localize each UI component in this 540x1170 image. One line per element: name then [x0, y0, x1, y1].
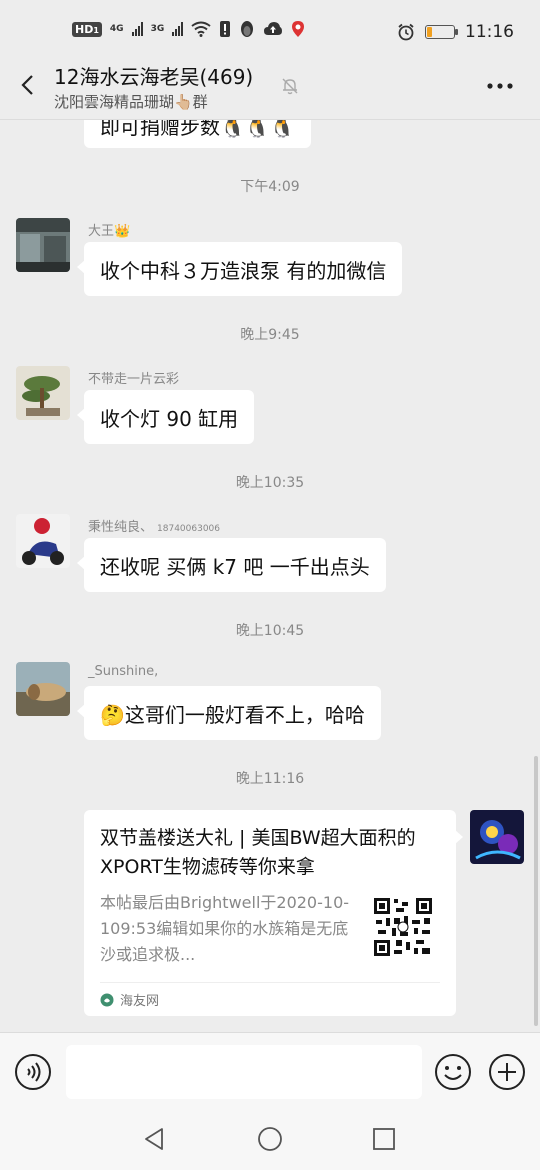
avatar[interactable] — [16, 514, 70, 568]
penguin-icon — [241, 21, 254, 37]
mute-bell-icon — [282, 78, 298, 95]
sender-name: 不带走一片云彩 — [88, 372, 180, 387]
message-bubble[interactable]: 🤔这哥们一般灯看不上，哈哈 — [77, 686, 381, 740]
network-4g-label: 4G — [109, 24, 124, 34]
status-right: 11:16 — [397, 22, 514, 42]
chat-scrollbar[interactable] — [534, 756, 538, 1026]
timestamp: 晚上11:16 — [235, 771, 305, 787]
back-arrow-icon[interactable] — [18, 74, 40, 96]
nav-home-icon[interactable] — [256, 1125, 284, 1153]
system-nav-bar — [0, 1112, 540, 1170]
signal-icon — [131, 22, 143, 36]
alert-icon — [220, 21, 231, 37]
timestamp: 晚上9:45 — [240, 327, 300, 343]
message-bubble[interactable]: 收个中科３万造浪泵 有的加微信 — [76, 242, 403, 296]
plus-more-icon[interactable] — [488, 1053, 526, 1091]
wifi-icon — [191, 21, 211, 37]
alarm-icon — [398, 23, 414, 41]
source-logo-icon — [100, 993, 114, 1006]
link-card-divider — [100, 982, 440, 983]
chat-title: 12海水云海老吴(469) — [54, 65, 254, 89]
message-bubble[interactable]: 还收呢 买俩 k7 吧 一千出点头 — [77, 538, 386, 592]
link-card-description: 本帖最后由Brightwell于2020-10-109:53编辑如果你的水族箱是… — [100, 893, 350, 964]
hd-badge: HD1 — [72, 21, 102, 37]
sender-name: _Sunshine, — [88, 664, 159, 679]
qr-code-icon — [372, 896, 434, 958]
status-left: HD1 4G 3G — [72, 20, 305, 38]
network-3g-label: 3G — [150, 24, 165, 34]
link-card-source: 海友网 — [100, 990, 159, 1009]
my-avatar[interactable] — [470, 810, 524, 864]
emoji-icon[interactable] — [434, 1053, 472, 1091]
avatar[interactable] — [16, 218, 70, 272]
link-card-title: 双节盖楼送大礼 | 美国BW超大面积的XPORT生物滤砖等你来拿 — [100, 827, 416, 878]
nav-recent-apps-icon[interactable] — [371, 1126, 397, 1152]
timestamp: 下午4:09 — [240, 179, 300, 195]
location-icon — [292, 21, 305, 37]
clock: 11:16 — [465, 22, 514, 42]
sender-name: 大王👑 — [88, 224, 131, 239]
cloud-upload-icon — [264, 22, 283, 35]
timestamp: 晚上10:35 — [235, 475, 305, 491]
message-bubble[interactable]: 即可捐赠步数🐧🐧🐧 — [84, 120, 311, 148]
chat-area[interactable]: 即可捐赠步数🐧🐧🐧 下午4:09 大王👑 收个中科３万造浪泵 有的加微信 晚上9… — [0, 120, 540, 1032]
signal-icon-2 — [172, 22, 184, 36]
timestamp: 晚上10:45 — [235, 623, 305, 639]
voice-input-icon[interactable] — [14, 1053, 52, 1091]
link-card[interactable]: 双节盖楼送大礼 | 美国BW超大面积的XPORT生物滤砖等你来拿 本帖最后由Br… — [84, 810, 463, 1016]
avatar[interactable] — [16, 366, 70, 420]
sender-name: 秉性纯良、 18740063006 — [88, 520, 221, 535]
battery-icon — [425, 25, 458, 39]
nav-back-icon[interactable] — [142, 1126, 168, 1152]
chat-header: 12海水云海老吴(469) 沈阳雲海精品珊瑚👆🏼群 — [0, 56, 540, 120]
message-input[interactable] — [66, 1045, 422, 1099]
chat-subtitle: 沈阳雲海精品珊瑚👆🏼群 — [54, 93, 208, 111]
avatar[interactable] — [16, 662, 70, 716]
input-bar — [0, 1032, 540, 1112]
message-bubble[interactable]: 收个灯 90 缸用 — [76, 390, 255, 444]
more-options-icon[interactable] — [486, 78, 514, 94]
